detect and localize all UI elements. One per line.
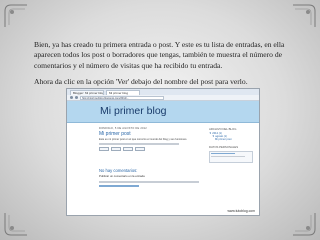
sidebar-archive-post[interactable]: Mi primer post — [209, 138, 253, 141]
back-icon[interactable] — [70, 96, 73, 99]
corner-ornament-top-left — [4, 4, 27, 27]
instruction-paragraph-2: Ahora da clic en la opción 'Ver' debajo … — [34, 77, 248, 86]
forward-icon[interactable] — [75, 96, 78, 99]
blog-title[interactable]: Mi primer blog — [100, 105, 259, 117]
share-buttons — [99, 147, 203, 165]
post-text: Este es mi primer post en el que conozco… — [99, 138, 188, 141]
divider — [99, 181, 199, 184]
instruction-paragraph-1: Bien, ya has creado tu primera entrada o… — [34, 40, 285, 70]
corner-ornament-top-right — [293, 4, 316, 27]
blog-header: Mi primer blog — [67, 101, 259, 123]
corner-ornament-bottom-left — [4, 213, 27, 236]
browser-tab-active[interactable]: Mi primer blog — [106, 90, 140, 95]
blog-main-column: DOMINGO, 5 DE AGOSTO DE 2012 Mi primer p… — [99, 127, 203, 189]
email-share-icon[interactable] — [99, 147, 109, 152]
post-date: DOMINGO, 5 DE AGOSTO DE 2012 — [99, 127, 147, 130]
profile-text-line — [211, 155, 245, 158]
watermark: www.tutoblog.com — [227, 209, 255, 213]
sidebar-about-heading: DATOS PERSONALES — [209, 144, 239, 149]
home-link-line[interactable] — [99, 185, 139, 188]
facebook-share-icon[interactable] — [135, 147, 145, 152]
url-input[interactable]: http://miprimerblog.blogspot.com/2012/..… — [80, 95, 164, 100]
profile-name-line[interactable] — [211, 152, 235, 155]
post-title[interactable]: Mi primer post — [99, 131, 203, 137]
blog-screenshot: Blogger: Mi primer blog Mi primer blog h… — [66, 88, 260, 216]
blog-sidebar: ARCHIVO DEL BLOG ▼ 2012 (1) ▼ agosto (1)… — [209, 127, 253, 189]
blog-share-icon[interactable] — [111, 147, 121, 152]
browser-tab[interactable]: Blogger: Mi primer blog — [70, 90, 104, 95]
comments-title: No hay comentarios: — [99, 168, 138, 174]
post-comment-link[interactable]: Publicar un comentario en la entrada — [99, 174, 203, 178]
sidebar-archive-heading: ARCHIVO DEL BLOG — [209, 127, 237, 131]
post-footer-line — [99, 143, 179, 146]
blog-body: DOMINGO, 5 DE AGOSTO DE 2012 Mi primer p… — [67, 123, 259, 189]
corner-ornament-bottom-right — [293, 213, 316, 236]
twitter-share-icon[interactable] — [123, 147, 133, 152]
sidebar-profile-box — [209, 150, 253, 163]
